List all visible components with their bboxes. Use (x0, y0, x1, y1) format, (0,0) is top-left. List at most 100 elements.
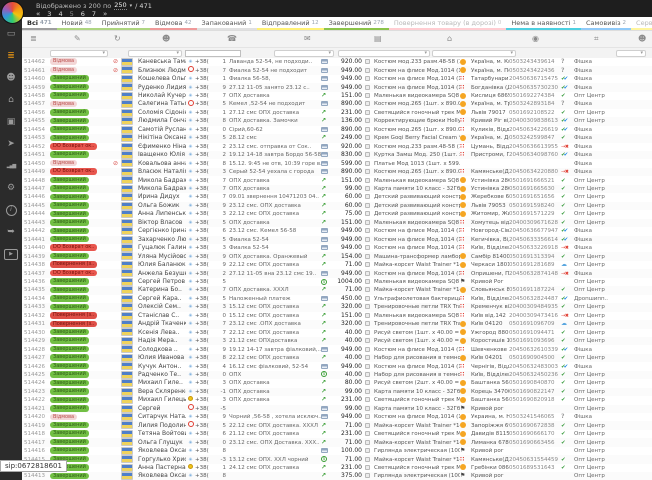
rows-icon[interactable]: ≣ (30, 34, 37, 43)
order-row[interactable]: 514413ЗавершенийЯковлева Оксана✳+38(8↗37… (22, 472, 652, 480)
tab-Сервіси[interactable]: Сервіси0 (631, 17, 652, 30)
tab-Відправлений[interactable]: Відправлений12 (257, 17, 324, 30)
info-icon[interactable]: i (0, 199, 22, 221)
status-edit-icon[interactable]: ✎ (74, 34, 81, 43)
products-icon[interactable]: ⌂ (447, 34, 452, 43)
order-row[interactable]: 514419ЗавершенийЛилия Подолинская+38(522… (22, 421, 652, 429)
order-row[interactable]: 514457ВідмоваСалегина Татьяна С..+38(5Ке… (22, 100, 652, 108)
address-filter-select[interactable]: ▾ (432, 50, 516, 57)
pager-page[interactable]: 3 (47, 10, 51, 18)
order-row[interactable]: 514441ЗавершенийЗахарченко Люба✳+38(5Фиа… (22, 236, 652, 244)
order-row[interactable]: 514416ЗавершенийЯковлева Оксана✳+38(8100… (22, 447, 652, 455)
tab-Всі[interactable]: Всі471 (22, 17, 57, 30)
order-row[interactable]: 514429ЗавершенийНадія Мера..✳+38(321.12 … (22, 337, 652, 345)
order-row[interactable]: 514436ЗавершенийСергей Петров✳+38(5$1004… (22, 278, 652, 286)
order-row[interactable]: 514418ЗавершенийТетяна Войтович✳+38(621.… (22, 430, 652, 438)
page-size-dropdown[interactable]: 250 (114, 1, 126, 10)
phone-filter-input[interactable] (185, 50, 241, 57)
order-row[interactable]: 514422ЗавершенийМихаил Гилецький+38(3ОПХ… (22, 396, 652, 404)
order-row[interactable]: 514445ЗавершенийОльга Божик✳+38(923.12 с… (22, 202, 652, 210)
order-row[interactable]: 514437DO Возврат ок..Анжела Безушко✳+38(… (22, 269, 652, 277)
order-row[interactable]: 514438Повернення (з..Юлия Баланюк✳+38(92… (22, 261, 652, 269)
order-row[interactable]: 514456ЗавершенийСоломія Сідоніна✳+38(127… (22, 109, 652, 117)
tab-Запакований[interactable]: Запакований1 (197, 17, 257, 30)
order-row[interactable]: 514431Повернення (з..Андрій Ткаченко✳+38… (22, 320, 652, 328)
client-filter-select[interactable]: ▾ (128, 50, 182, 57)
address-icon[interactable]: ◉ (532, 34, 539, 43)
app-logo[interactable] (1, 1, 24, 24)
tab-Нема в наявності[interactable]: Нема в наявності1 (506, 17, 581, 30)
ttn-icon[interactable]: ⌗ (594, 34, 599, 44)
order-row[interactable]: 514447ЗавершенийМикола Бадражан✳+38(7ОПХ… (22, 185, 652, 193)
bank-icon[interactable]: ⌂ (0, 89, 22, 111)
order-row[interactable]: 514444ЗавершенийАнна Липенська✳+38(322.1… (22, 210, 652, 218)
tab-Самовивіз[interactable]: Самовивіз2 (581, 17, 631, 30)
users-icon[interactable]: ☻ (0, 67, 22, 89)
order-row[interactable]: 514414ЗавершенийАнна Пастернак+38(124.12… (22, 464, 652, 472)
order-row[interactable]: 514432Повернення (з..Станіслав С..✳+38(0… (22, 312, 652, 320)
comments-icon[interactable]: ✉ (304, 34, 311, 43)
chat-icon[interactable]: ➥ (0, 221, 22, 243)
pager-last-icon[interactable]: » (103, 10, 107, 18)
order-row[interactable]: 514425ЗавершенийРадченко Те..✳+38(0ОПХ$4… (22, 371, 652, 379)
order-row[interactable]: 514453ЗавершенийНікітіна Оксана Дми..✳+3… (22, 134, 652, 142)
pager-page[interactable]: 5 (70, 10, 74, 18)
order-row[interactable]: 514461Відмова⊘Близнюк Людмила ..+38(7Фиа… (22, 66, 652, 74)
stats-icon[interactable]: ▂▄▆ (0, 155, 22, 177)
payment-icon[interactable]: ▤ (374, 34, 382, 43)
order-row[interactable]: 514446ЗавершенийИрина Дидух✳+38(709.01 з… (22, 193, 652, 201)
order-row[interactable]: 514455ЗавершенийЛюдмила Гончарова✳+38(8О… (22, 117, 652, 125)
pager-page[interactable]: 6 (81, 10, 85, 18)
order-row[interactable]: 514430ЗавершенийКсенія Лева..✳+38(722.12… (22, 329, 652, 337)
status-filter-select[interactable]: ▾ (50, 50, 108, 57)
chevron-down-icon[interactable]: ▾ (130, 3, 133, 9)
order-row[interactable]: 514454ЗавершенийСамотій Руслана Во..✳+38… (22, 126, 652, 134)
sliders-icon[interactable]: ⚙ (0, 177, 22, 199)
order-row[interactable]: 514426ЗавершенийКучук Антон..✳+38(416.12… (22, 362, 652, 370)
order-row[interactable]: 514415ЗавершенийГоргулько Христина..✳+38… (22, 455, 652, 463)
tab-Відмова[interactable]: Відмова42 (150, 17, 196, 30)
order-row[interactable]: 514435ЗавершенийКатерина Бо..✳+38(7ОПХ д… (22, 286, 652, 294)
manager-icon[interactable]: ☻ (638, 34, 646, 43)
tab-Новий[interactable]: Новий48 (57, 17, 97, 30)
order-row[interactable]: 514439ЗавершенийУляна Мусійовська✳+38(9О… (22, 252, 652, 260)
manager-filter-select[interactable]: ▾ (616, 50, 646, 57)
order-row[interactable]: 514427ЗавершенийЮлия Иванова✳+38(822.12 … (22, 354, 652, 362)
product-filter-select[interactable]: ▾ (338, 50, 430, 57)
order-row[interactable]: 514428ЗавершенийСолодкова ..✳+38(919.12 … (22, 345, 652, 353)
monitor-icon[interactable]: ▭ (0, 23, 22, 45)
order-row[interactable]: 514459ЗавершенийРуденко Лидия Пав..✳+38(… (22, 83, 652, 91)
order-row[interactable]: 514423ЗавершенийВера Скляренко✳+38(-1ОПХ… (22, 388, 652, 396)
phone-icon[interactable]: ☎ (227, 34, 237, 43)
video-icon[interactable]: ▶ (0, 243, 22, 265)
payment-filter-select[interactable]: ▾ (274, 50, 334, 57)
tab-Завершений[interactable]: Завершений278 (324, 17, 389, 30)
order-row[interactable]: 514458ЗавершенийНиколай Кучеренко✳+38(7О… (22, 92, 652, 100)
orders-list-icon[interactable]: ≣ (0, 45, 22, 67)
order-row[interactable]: 514460ЗавершенийКошелева Ольга Ар..✳+38(… (22, 75, 652, 83)
order-row[interactable]: 514462Відмова⊘Каневська Тамара ..✳+38(1Л… (22, 58, 652, 66)
pager-page[interactable]: 4 (58, 10, 62, 18)
order-row[interactable]: 514450Відмова⊘Ковальова анна✳+38(815.12.… (22, 159, 652, 167)
recall-icon[interactable]: ↻ (114, 34, 121, 43)
order-row[interactable]: 514440DO Возврат ок..Гуцалюк Галина✳+38(… (22, 244, 652, 252)
order-row[interactable]: 514417ЗавершенийОльга Глущук✳+38(023.12 … (22, 438, 652, 446)
cart-icon[interactable]: ▣ (0, 111, 22, 133)
order-row[interactable]: 514451ЗавершенийІващенко Юлія✳+38(219.12… (22, 151, 652, 159)
order-row[interactable]: 514452DO Возврат ок..Єфименко Ніна✳+38(2… (22, 143, 652, 151)
order-row[interactable]: 514424ЗавершенийМихаил Гиле..✳+38(3ОПХ д… (22, 379, 652, 387)
order-row[interactable]: 514449DO Возврат ок..Власюк Наталія ..✳+… (22, 168, 652, 176)
order-row[interactable]: 514443ЗавершенийВіктор Власов✳+38(5ОПХ д… (22, 219, 652, 227)
pager-first-icon[interactable]: « (36, 10, 40, 18)
order-row[interactable]: 514448ЗавершенийМикола Бадражан✳+38(7ОПХ… (22, 176, 652, 184)
send-icon[interactable]: ➤ (0, 133, 22, 155)
tab-Прийнятий[interactable]: Прийнятий7 (97, 17, 150, 30)
order-row[interactable]: 514442ЗавершенийСергієнко Ірина✳+38(623.… (22, 227, 652, 235)
clients-icon[interactable]: ☻ (162, 34, 170, 43)
order-row[interactable]: 514420ВідмоваСитарчук Наталія Гр..✳+38(9… (22, 413, 652, 421)
order-row[interactable]: 514434ЗавершенийСергей Кара..✳+38(5Налож… (22, 295, 652, 303)
tab-Повернення товару (в дорозі)[interactable]: Повернення товару (в дорозі)0 (389, 17, 506, 30)
order-row[interactable]: 514433ЗавершенийОлексій Сем..✳+38(315.12… (22, 303, 652, 311)
order-row[interactable]: 514421ЗавершенийСергей+38(-599.00Карта п… (22, 405, 652, 413)
pager-page[interactable]: 7 (92, 10, 96, 18)
